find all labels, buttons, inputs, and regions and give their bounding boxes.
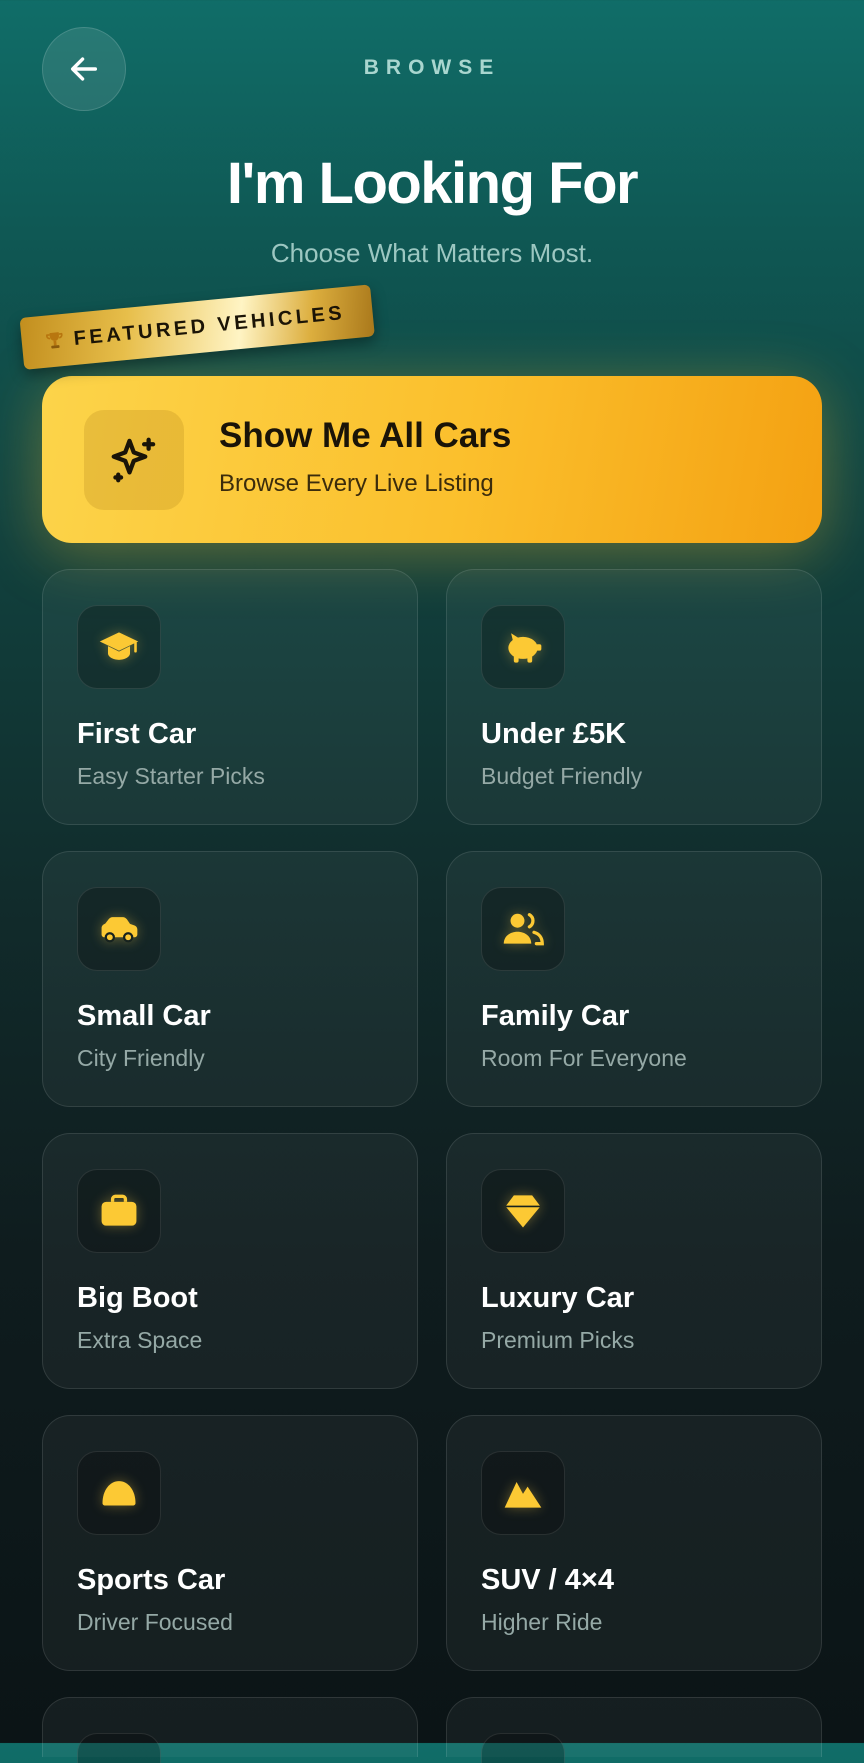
category-card-first-car[interactable]: First Car Easy Starter Picks [42,569,418,825]
category-icon-box [481,1169,565,1253]
category-card-sports-car[interactable]: Sports Car Driver Focused [42,1415,418,1671]
show-all-cars-button[interactable]: Show Me All Cars Browse Every Live Listi… [42,376,822,543]
header-label: BROWSE [363,56,501,79]
category-card-partial[interactable] [42,1697,418,1763]
category-icon-box [481,1451,565,1535]
category-title: SUV / 4×4 [481,1564,614,1596]
category-icon-box [77,1169,161,1253]
category-icon-box [77,887,161,971]
category-icon-box [77,605,161,689]
diamond-icon [505,1195,541,1228]
piggy-bank-icon [508,633,542,663]
category-card-small-car[interactable]: Small Car City Friendly [42,851,418,1107]
page-title: I'm Looking For [226,151,639,216]
category-card-family-car[interactable]: Family Car Room For Everyone [446,851,822,1107]
category-card-partial[interactable] [446,1697,822,1763]
category-icon-box [77,1451,161,1535]
graduation-cap-icon [99,632,139,660]
category-title: Big Boot [77,1282,198,1314]
category-icon-box [481,605,565,689]
featured-title: Show Me All Cars [219,416,512,455]
users-icon [503,913,544,946]
category-card-luxury-car[interactable]: Luxury Car Premium Picks [446,1133,822,1389]
category-icon-box [481,1733,565,1763]
ribbon-label: FEATURED VEHICLES [72,301,346,350]
category-title: Small Car [77,1000,211,1032]
category-icon-box [77,1733,161,1763]
category-subtitle: City Friendly [77,1045,205,1071]
category-title: Luxury Car [481,1282,635,1314]
category-icon-box [481,887,565,971]
trophy-icon [46,332,63,349]
category-title: Family Car [481,1000,630,1032]
suitcase-icon [101,1194,137,1226]
category-subtitle: Driver Focused [77,1609,233,1635]
helmet-icon [102,1481,136,1506]
category-title: Under £5K [481,718,627,750]
sparkles-icon [111,437,156,483]
page-subtitle: Choose What Matters Most. [270,238,594,268]
category-card-under-5k[interactable]: Under £5K Budget Friendly [446,569,822,825]
category-subtitle: Room For Everyone [481,1045,687,1071]
category-subtitle: Budget Friendly [481,763,643,789]
category-subtitle: Easy Starter Picks [77,763,265,789]
mountain-icon [504,1482,542,1508]
featured-vehicles-ribbon: FEATURED VEHICLES [19,284,375,370]
category-title: Sports Car [77,1564,226,1596]
category-title: First Car [77,718,197,750]
category-subtitle: Extra Space [77,1327,203,1353]
category-grid: First Car Easy Starter Picks Under £5K B… [42,569,822,1763]
category-subtitle: Higher Ride [481,1609,603,1635]
category-subtitle: Premium Picks [481,1327,635,1353]
featured-subtitle: Browse Every Live Listing [219,470,494,497]
small-car-icon [101,917,138,943]
category-card-suv[interactable]: SUV / 4×4 Higher Ride [446,1415,822,1671]
category-card-big-boot[interactable]: Big Boot Extra Space [42,1133,418,1389]
featured-icon-box [84,410,184,510]
